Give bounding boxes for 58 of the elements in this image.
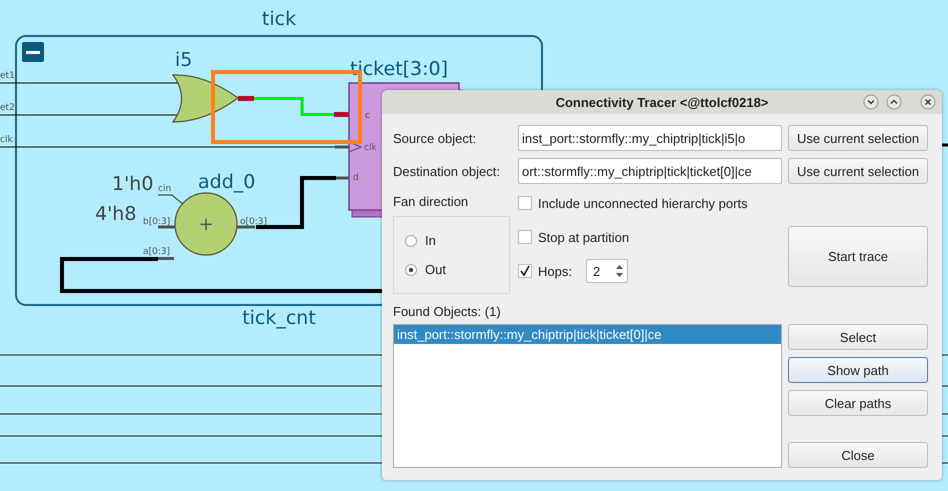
window-title: Connectivity Tracer <@ttolcf0218> (556, 94, 768, 110)
list-label: Found Objects: (1) (393, 304, 502, 321)
destination-field[interactable]: ort::stormfly::my_chiptrip|tick|ticket[0]|ce (518, 158, 782, 184)
radio-button[interactable] (405, 234, 417, 246)
pin-line (158, 194, 184, 206)
close-button[interactable] (920, 94, 936, 110)
use-selection-button[interactable]: Use current selection (788, 125, 928, 151)
checkbox[interactable] (518, 264, 532, 278)
radio-button[interactable] (405, 264, 417, 276)
list-item[interactable]: inst_port::stormfly::my_chiptrip|tick|ticket[0]|ce (394, 325, 781, 344)
use-selection-button[interactable]: Use current selection (788, 158, 928, 184)
group-label: Fan direction (393, 194, 470, 211)
pin-stub (335, 146, 349, 148)
pin-stub (336, 176, 349, 180)
module-label: tick_cnt (242, 307, 316, 329)
source-field[interactable]: inst_port::stormfly::my_chiptrip|tick|i5|o (518, 125, 782, 151)
pin-label: cin (158, 184, 172, 194)
adder[interactable] (174, 192, 238, 256)
pin-label: a[0:3] (143, 247, 170, 257)
pin-stub (334, 112, 350, 117)
pin-label: b[0:3] (143, 217, 170, 227)
hops-spinbox[interactable]: 2 (586, 259, 628, 283)
gate-label: i5 (175, 49, 192, 71)
pin-label: clk (364, 143, 377, 153)
module-label: tick (262, 8, 296, 30)
plus-sign: + (198, 214, 214, 235)
collapse-button[interactable] (22, 42, 44, 62)
pin-stub (158, 257, 174, 260)
pin-stub (238, 96, 254, 101)
pin-stub (158, 226, 176, 228)
register-label: ticket[3:0] (350, 58, 448, 80)
net-label: clk (0, 135, 13, 145)
field-label: Destination object: (393, 164, 501, 178)
radio-label[interactable]: Out (425, 262, 446, 277)
field-label: Source object: (393, 130, 478, 146)
net-label: et2 (0, 103, 15, 113)
pin-label: c (365, 111, 370, 121)
or-gate[interactable] (172, 74, 239, 123)
pin-label: d (353, 173, 359, 183)
dialog-button[interactable]: Clear paths (788, 390, 928, 416)
pin-label: o[0:3] (240, 217, 268, 227)
adder-label: add_0 (198, 171, 256, 193)
dialog-button[interactable]: Show path (788, 357, 928, 383)
pin-stub (237, 226, 255, 228)
checkbox[interactable] (518, 196, 532, 210)
net-label: et1 (0, 71, 15, 81)
constant-label: 1'h0 (112, 173, 154, 195)
checkbox[interactable] (518, 230, 532, 244)
checkbox-label[interactable]: Include unconnected hierarchy ports (538, 196, 748, 210)
checkbox-label[interactable]: Hops: (538, 264, 572, 278)
dialog-button[interactable]: Close (788, 442, 928, 468)
minimize-button[interactable] (863, 94, 879, 110)
start-trace-button[interactable]: Start trace (788, 226, 928, 287)
dialog-button[interactable]: Select (788, 324, 928, 350)
constant-label: 4'h8 (95, 203, 136, 225)
checkbox-label[interactable]: Stop at partition (538, 230, 630, 244)
radio-label[interactable]: In (425, 233, 436, 248)
maximize-button[interactable] (886, 94, 902, 110)
